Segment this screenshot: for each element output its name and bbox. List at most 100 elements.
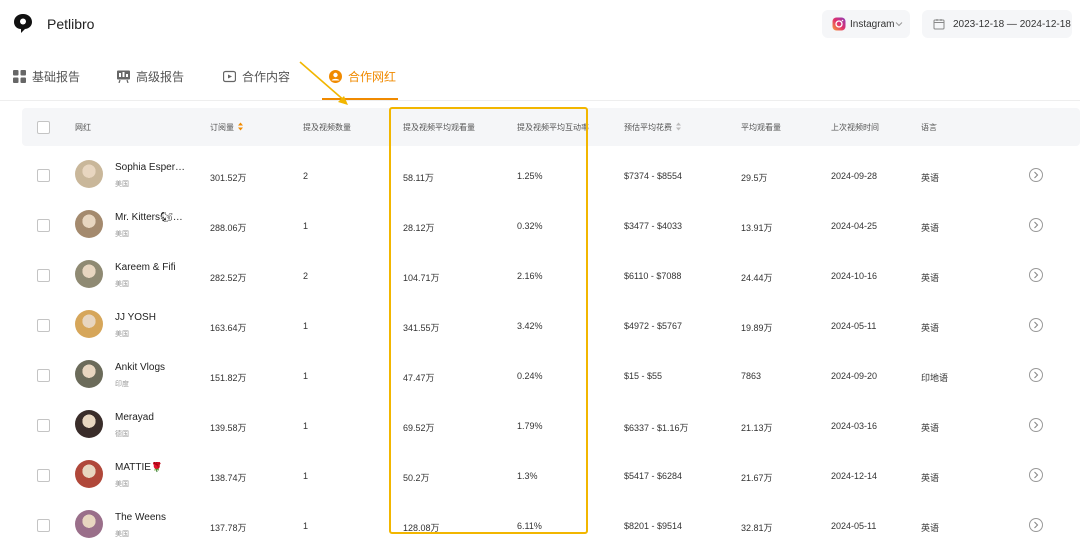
subscribers-cell: 137.78万 bbox=[210, 523, 247, 533]
report-tabs: 基础报告 高级报告 合作内容 合作网红 bbox=[0, 60, 1080, 96]
avatar bbox=[75, 510, 103, 538]
avg-views-cell: 13.91万 bbox=[741, 223, 773, 233]
tabs-divider bbox=[0, 100, 1080, 101]
row-checkbox[interactable] bbox=[37, 319, 50, 332]
influencer-country: 美国 bbox=[115, 181, 129, 188]
platform-label: Instagram bbox=[850, 18, 895, 30]
influencer-country: 美国 bbox=[115, 281, 129, 288]
row-checkbox[interactable] bbox=[37, 469, 50, 482]
col-label: 预估平均花费 bbox=[624, 123, 672, 132]
row-checkbox[interactable] bbox=[37, 369, 50, 382]
last-video-cell: 2024-10-16 bbox=[831, 271, 878, 281]
avatar bbox=[75, 310, 103, 338]
last-video-cell: 2024-05-11 bbox=[831, 521, 877, 531]
tab-label: 高级报告 bbox=[136, 70, 185, 84]
influencer-name[interactable]: Mr. Kitters🐿… bbox=[115, 212, 183, 223]
estimated-cost-cell: $3477 - $4033 bbox=[624, 221, 683, 231]
col-influencer: 网红 bbox=[75, 123, 91, 132]
subscribers-cell: 138.74万 bbox=[210, 473, 247, 483]
col-subscribers[interactable]: 订阅量 bbox=[210, 122, 244, 133]
language-cell: 英语 bbox=[921, 223, 940, 233]
row-detail-button[interactable] bbox=[1029, 368, 1043, 382]
row-detail-button[interactable] bbox=[1029, 468, 1043, 482]
chevron-right-icon bbox=[1034, 321, 1039, 329]
estimated-cost-cell: $4972 - $5767 bbox=[624, 321, 683, 331]
influencer-name[interactable]: Merayad bbox=[115, 412, 154, 423]
influencer-country: 美国 bbox=[115, 481, 129, 488]
influencer-name[interactable]: Ankit Vlogs bbox=[115, 362, 165, 373]
chevron-right-icon bbox=[1034, 271, 1039, 279]
influencer-country: 印度 bbox=[115, 381, 129, 388]
presentation-icon bbox=[117, 70, 130, 83]
col-last-video: 上次视频时间 bbox=[831, 123, 879, 132]
col-language: 语言 bbox=[921, 123, 937, 132]
row-detail-button[interactable] bbox=[1029, 318, 1043, 332]
mention-videos-cell: 1 bbox=[303, 471, 309, 481]
avg-views-cell: 29.5万 bbox=[741, 173, 768, 183]
row-detail-button[interactable] bbox=[1029, 418, 1043, 432]
tab-basic-report[interactable]: 基础报告 bbox=[13, 68, 80, 85]
estimated-cost-cell: $6337 - $1.16万 bbox=[624, 423, 689, 433]
app-name: Petlibro bbox=[47, 16, 95, 32]
row-checkbox[interactable] bbox=[37, 419, 50, 432]
highlight-box bbox=[389, 107, 588, 534]
chevron-right-icon bbox=[1034, 421, 1039, 429]
row-detail-button[interactable] bbox=[1029, 268, 1043, 282]
influencer-name[interactable]: Kareem & Fifi bbox=[115, 262, 176, 273]
avg-views-cell: 21.67万 bbox=[741, 473, 773, 483]
date-range-picker[interactable]: 2023-12-18 — 2024-12-18 bbox=[922, 10, 1072, 38]
influencer-name[interactable]: The Weens bbox=[115, 512, 166, 523]
row-detail-button[interactable] bbox=[1029, 218, 1043, 232]
estimated-cost-cell: $6110 - $7088 bbox=[624, 271, 682, 281]
mention-videos-cell: 2 bbox=[303, 271, 309, 281]
last-video-cell: 2024-04-25 bbox=[831, 221, 878, 231]
last-video-cell: 2024-09-20 bbox=[831, 371, 878, 381]
language-cell: 英语 bbox=[921, 423, 940, 433]
influencer-country: 美国 bbox=[115, 231, 129, 238]
avatar bbox=[75, 410, 103, 438]
sort-icon[interactable] bbox=[675, 122, 682, 131]
subscribers-cell: 163.64万 bbox=[210, 323, 247, 333]
estimated-cost-cell: $15 - $55 bbox=[624, 371, 663, 381]
tab-advanced-report[interactable]: 高级报告 bbox=[117, 68, 184, 85]
col-mention-videos: 提及视频数量 bbox=[303, 123, 351, 132]
influencer-country: 美国 bbox=[115, 531, 129, 538]
platform-selector[interactable]: Instagram bbox=[822, 10, 910, 38]
chevron-right-icon bbox=[1034, 221, 1039, 229]
chevron-down-icon bbox=[896, 22, 903, 27]
select-all-checkbox[interactable] bbox=[37, 121, 50, 134]
last-video-cell: 2024-03-16 bbox=[831, 421, 878, 431]
sort-icon[interactable] bbox=[237, 122, 244, 131]
date-range-text: 2023-12-18 — 2024-12-18 bbox=[953, 18, 1071, 30]
grid-icon bbox=[13, 70, 26, 83]
avg-views-cell: 32.81万 bbox=[741, 523, 773, 533]
avg-views-cell: 7863 bbox=[741, 371, 762, 381]
col-estimated-cost[interactable]: 预估平均花费 bbox=[624, 122, 682, 133]
avg-views-cell: 21.13万 bbox=[741, 423, 773, 433]
influencer-name[interactable]: Sophia Esper… bbox=[115, 162, 185, 173]
language-cell: 英语 bbox=[921, 323, 940, 333]
top-bar: Petlibro Instagram 2023-12-18 — 2024-12-… bbox=[0, 0, 1080, 50]
row-checkbox[interactable] bbox=[37, 519, 50, 532]
row-checkbox[interactable] bbox=[37, 169, 50, 182]
avatar bbox=[75, 210, 103, 238]
mention-videos-cell: 1 bbox=[303, 221, 309, 231]
annotation-arrow-icon bbox=[299, 61, 348, 105]
avatar bbox=[75, 160, 103, 188]
influencer-name[interactable]: JJ YOSH bbox=[115, 312, 156, 323]
tab-collab-content[interactable]: 合作内容 bbox=[223, 68, 290, 85]
row-detail-button[interactable] bbox=[1029, 518, 1043, 532]
influencer-country: 德国 bbox=[115, 431, 129, 438]
estimated-cost-cell: $7374 - $8554 bbox=[624, 171, 683, 181]
chevron-right-icon bbox=[1034, 171, 1039, 179]
row-checkbox[interactable] bbox=[37, 269, 50, 282]
mention-videos-cell: 1 bbox=[303, 321, 309, 331]
row-detail-button[interactable] bbox=[1029, 168, 1043, 182]
tab-label: 基础报告 bbox=[32, 70, 81, 84]
avatar bbox=[75, 260, 103, 288]
avg-views-cell: 19.89万 bbox=[741, 323, 773, 333]
influencer-name[interactable]: MATTIE🌹 bbox=[115, 462, 163, 473]
video-icon bbox=[223, 70, 236, 83]
row-checkbox[interactable] bbox=[37, 219, 50, 232]
language-cell: 印地语 bbox=[921, 373, 949, 383]
